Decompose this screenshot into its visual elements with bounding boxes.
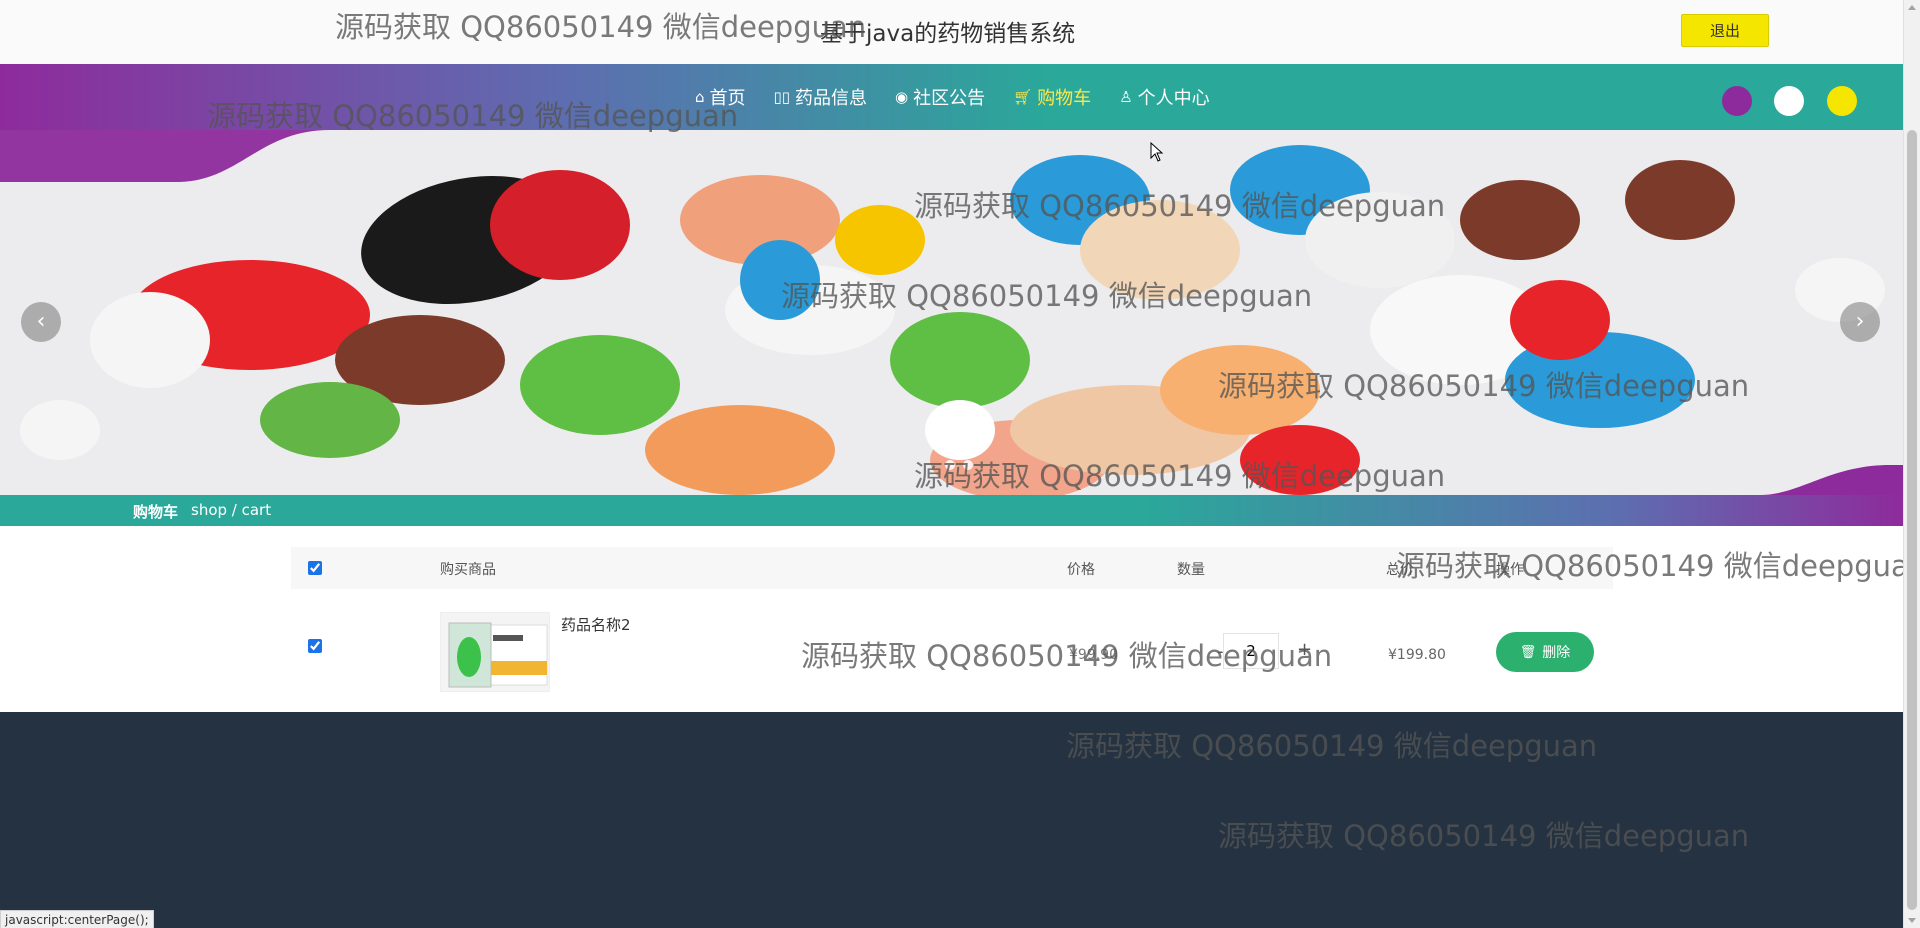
item-price: ¥99.90 xyxy=(1069,647,1118,663)
home-icon: ⌂ xyxy=(695,88,705,106)
product-name[interactable]: 药品名称2 xyxy=(561,614,631,635)
banner-carousel: ‹ › xyxy=(0,130,1903,495)
cart-table: 购买商品 价格 数量 总价 操作 药品名称2 ¥99.90 - 2 + ¥199… xyxy=(291,547,1613,704)
medicine-box-image xyxy=(441,613,549,691)
carousel-indicators xyxy=(945,460,981,470)
browser-status-bar: javascript:centerPage(); xyxy=(0,910,154,928)
select-all-checkbox[interactable] xyxy=(308,561,322,575)
header-quantity: 数量 xyxy=(1177,562,1205,578)
cart-item-row: 药品名称2 ¥99.90 - + ¥199.80 🗑︎ 删除 xyxy=(291,589,1613,704)
item-total: ¥199.80 xyxy=(1388,647,1446,663)
nav-item-label: 首页 xyxy=(709,88,746,109)
site-title: 基于java的药物销售系统 xyxy=(820,21,1076,47)
theme-dot-purple[interactable] xyxy=(1722,86,1752,116)
scroll-down-icon[interactable] xyxy=(1908,918,1916,923)
theme-dot-white[interactable] xyxy=(1774,86,1804,116)
carousel-dot[interactable] xyxy=(963,460,973,470)
nav-item-announcements[interactable]: ◉ 社区公告 xyxy=(895,84,985,110)
carousel-prev-button[interactable]: ‹ xyxy=(21,302,61,342)
footer xyxy=(0,712,1903,928)
nav-item-cart[interactable]: 🛒︎ 购物车 xyxy=(1013,84,1091,110)
nav-item-profile[interactable]: ♙ 个人中心 xyxy=(1119,84,1209,110)
quantity-input[interactable] xyxy=(1223,633,1279,669)
header-action: 操作 xyxy=(1496,562,1524,578)
item-checkbox[interactable] xyxy=(308,639,322,653)
nav-item-label: 购物车 xyxy=(1037,88,1092,109)
product-thumbnail[interactable] xyxy=(440,612,550,692)
delete-button[interactable]: 🗑︎ 删除 xyxy=(1496,632,1594,672)
nav-item-label: 个人中心 xyxy=(1137,88,1210,109)
main-navbar: ⌂ 首页 ▯▯ 药品信息 ◉ 社区公告 🛒︎ 购物车 ♙ 个人中心 xyxy=(0,64,1903,130)
page: 基于java的药物销售系统 退出 ⌂ 首页 ▯▯ 药品信息 ◉ 社区公告 🛒︎ … xyxy=(0,0,1903,928)
scroll-up-icon[interactable] xyxy=(1908,5,1916,10)
nav-item-home[interactable]: ⌂ 首页 xyxy=(695,84,746,110)
cart-icon: 🛒︎ xyxy=(1013,88,1033,106)
pills-banner-image xyxy=(0,130,1903,495)
book-icon: ▯▯ xyxy=(773,88,791,106)
quantity-increase-button[interactable]: + xyxy=(1297,639,1312,660)
theme-dot-yellow[interactable] xyxy=(1827,86,1857,116)
nav-item-drug-info[interactable]: ▯▯ 药品信息 xyxy=(774,84,868,110)
header-price: 价格 xyxy=(1067,562,1095,578)
breadcrumb-title: 购物车 xyxy=(133,503,179,521)
logout-button[interactable]: 退出 xyxy=(1681,14,1769,47)
header-total: 总价 xyxy=(1386,562,1414,578)
top-bar: 基于java的药物销售系统 退出 xyxy=(0,0,1903,64)
breadcrumb-path: shop / cart xyxy=(191,501,272,519)
mouse-cursor-icon xyxy=(1150,142,1164,162)
bell-icon: ◉ xyxy=(895,88,909,106)
breadcrumb: 购物车 shop / cart xyxy=(0,495,1903,526)
header-product: 购买商品 xyxy=(440,562,496,578)
trash-icon: 🗑︎ xyxy=(1519,644,1537,660)
nav-item-label: 社区公告 xyxy=(913,88,986,109)
nav-menu: ⌂ 首页 ▯▯ 药品信息 ◉ 社区公告 🛒︎ 购物车 ♙ 个人中心 xyxy=(695,64,1238,130)
vertical-scrollbar[interactable] xyxy=(1903,0,1920,928)
user-icon: ♙ xyxy=(1119,88,1133,106)
scrollbar-thumb[interactable] xyxy=(1907,130,1917,910)
nav-item-label: 药品信息 xyxy=(795,88,868,109)
cart-table-header: 购买商品 价格 数量 总价 操作 xyxy=(291,547,1613,589)
delete-label: 删除 xyxy=(1542,645,1571,661)
carousel-dot[interactable] xyxy=(945,460,955,470)
carousel-next-button[interactable]: › xyxy=(1840,302,1880,342)
